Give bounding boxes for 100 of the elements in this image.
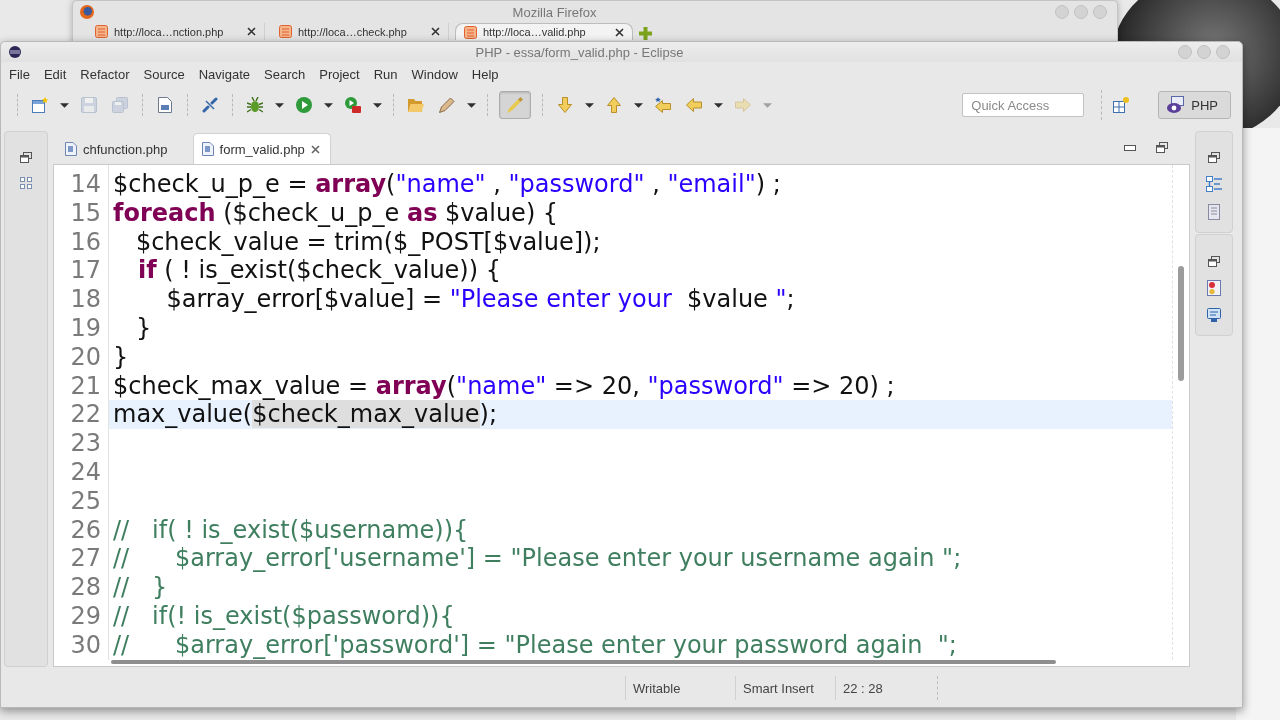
toolbar-button[interactable] <box>342 94 364 116</box>
code-line: } <box>113 342 129 371</box>
caret-icon[interactable] <box>714 102 723 108</box>
restore-icon[interactable] <box>20 152 32 163</box>
search-field[interactable]: Quick Access <box>962 93 1085 117</box>
code-line: // } <box>113 573 168 602</box>
marker-icon <box>507 97 523 113</box>
app-icon <box>9 46 21 58</box>
line-number: 24 <box>70 457 101 486</box>
code-line: // if(! is_exist($password)){ <box>113 601 455 630</box>
caret-icon[interactable] <box>275 102 284 108</box>
code-line: // if( ! is_exist($username)){ <box>113 515 469 544</box>
close-icon[interactable] <box>431 27 440 36</box>
code-line: $check_max_value = array("name" => 20, "password" => 20) ; <box>113 371 895 400</box>
file-icon <box>65 142 77 156</box>
caret-icon[interactable] <box>585 102 594 108</box>
restore-icon[interactable] <box>1156 142 1168 153</box>
link-icon <box>202 97 218 113</box>
caret-icon[interactable] <box>634 102 643 108</box>
code-line: } <box>134 314 152 342</box>
code-line: max_value($check_max_value); <box>113 400 498 429</box>
status-field: Writable <box>633 680 681 696</box>
status-field: Smart Insert <box>743 680 814 696</box>
line-number: 16 <box>70 227 101 256</box>
caret-icon[interactable] <box>60 102 69 108</box>
up-arrow-icon <box>606 97 622 113</box>
code-line: $check_u_p_e = array("name" , "password" , "email") ; <box>113 170 781 198</box>
perspective-button[interactable]: PHP <box>1158 91 1231 119</box>
pencil-icon <box>439 97 455 113</box>
line-number: 20 <box>70 342 101 371</box>
close-icon[interactable] <box>247 27 256 36</box>
folder-icon <box>408 97 424 113</box>
restore-icon[interactable] <box>1208 152 1220 164</box>
code-line: if ( ! is_exist($check_value)) { <box>137 256 501 285</box>
line-number: 15 <box>70 198 101 227</box>
window-title: Mozilla Firefox <box>512 4 597 20</box>
line-number: 27 <box>70 544 101 573</box>
line-number: 30 <box>70 630 101 659</box>
status-field: 22 : 28 <box>843 680 883 696</box>
line-number: 18 <box>70 285 101 314</box>
tile-icon <box>464 25 477 39</box>
editor-tab[interactable]: form_valid.php <box>192 133 331 164</box>
tile-icon <box>279 25 292 38</box>
floppies-icon <box>112 97 128 113</box>
document-icon[interactable] <box>1208 203 1220 220</box>
caret-icon[interactable] <box>467 102 476 108</box>
monitor-icon[interactable] <box>1207 308 1221 323</box>
menu-item[interactable]: Project <box>312 63 367 85</box>
play-icon <box>296 97 312 113</box>
menu-item[interactable]: Refactor <box>73 63 137 85</box>
file-icon <box>201 142 214 156</box>
browser-tab[interactable]: http://loca…check.php <box>271 23 449 40</box>
menu-item[interactable]: Source <box>136 63 192 85</box>
browser-tab[interactable]: http://loca…nction.php <box>87 23 265 40</box>
code-line: // $array_error['password'] = "Please enter your password again "; <box>113 630 957 659</box>
vertical-scrollbar[interactable] <box>1178 266 1184 381</box>
code-line: // $array_error['username'] = "Please enter your username again "; <box>113 544 962 573</box>
line-number: 21 <box>70 371 101 400</box>
plus-icon[interactable] <box>639 27 652 40</box>
menu-item[interactable]: File <box>2 63 37 85</box>
minimize-icon[interactable] <box>1124 144 1136 151</box>
menu-item[interactable]: Help <box>464 63 506 85</box>
browser-tab[interactable]: http://loca…valid.php <box>455 23 633 40</box>
window-title: PHP - essa/form_valid.php - Eclipse <box>475 44 684 60</box>
down-arrow-icon <box>557 97 573 113</box>
tile-icon <box>95 25 108 38</box>
line-number: 22 <box>70 400 101 429</box>
toolbar-button[interactable] <box>293 94 315 116</box>
line-number: 29 <box>70 601 101 630</box>
line-number: 25 <box>70 486 101 515</box>
menu-item[interactable]: Navigate <box>191 63 257 85</box>
tree-icon[interactable] <box>1206 175 1222 192</box>
close-icon[interactable] <box>310 144 320 154</box>
horizontal-scrollbar[interactable] <box>111 660 1056 664</box>
code-line: $array_error[$value] = "Please enter your $value "; <box>165 285 795 314</box>
menu-item[interactable]: Window <box>404 63 465 85</box>
play-case-icon <box>345 97 361 113</box>
menu-item[interactable]: Run <box>366 63 405 85</box>
boxes-icon[interactable] <box>20 177 32 189</box>
line-number: 14 <box>70 170 101 198</box>
line-number: 23 <box>70 429 101 458</box>
editor-tab[interactable]: chfunction.php <box>56 133 179 164</box>
menu-item[interactable]: Search <box>257 63 313 85</box>
toolbar-button[interactable] <box>244 94 266 116</box>
dots-page-icon[interactable] <box>1207 279 1221 296</box>
code-editor[interactable] <box>53 164 1190 667</box>
page-icon <box>157 97 173 113</box>
grid-dot-icon[interactable] <box>1113 97 1130 113</box>
caret-icon[interactable] <box>373 102 382 108</box>
line-number: 19 <box>70 314 101 342</box>
left-arrow-icon <box>686 97 702 113</box>
globe-icon <box>80 5 94 19</box>
close-icon[interactable] <box>615 27 624 37</box>
line-number: 26 <box>70 515 101 544</box>
right-arrow-icon <box>735 97 751 113</box>
menu-item[interactable]: Edit <box>36 63 74 85</box>
line-number: 17 <box>70 256 101 285</box>
caret-icon[interactable] <box>324 102 333 108</box>
left-arrow-star-icon <box>655 97 671 113</box>
restore-icon[interactable] <box>1208 255 1220 267</box>
